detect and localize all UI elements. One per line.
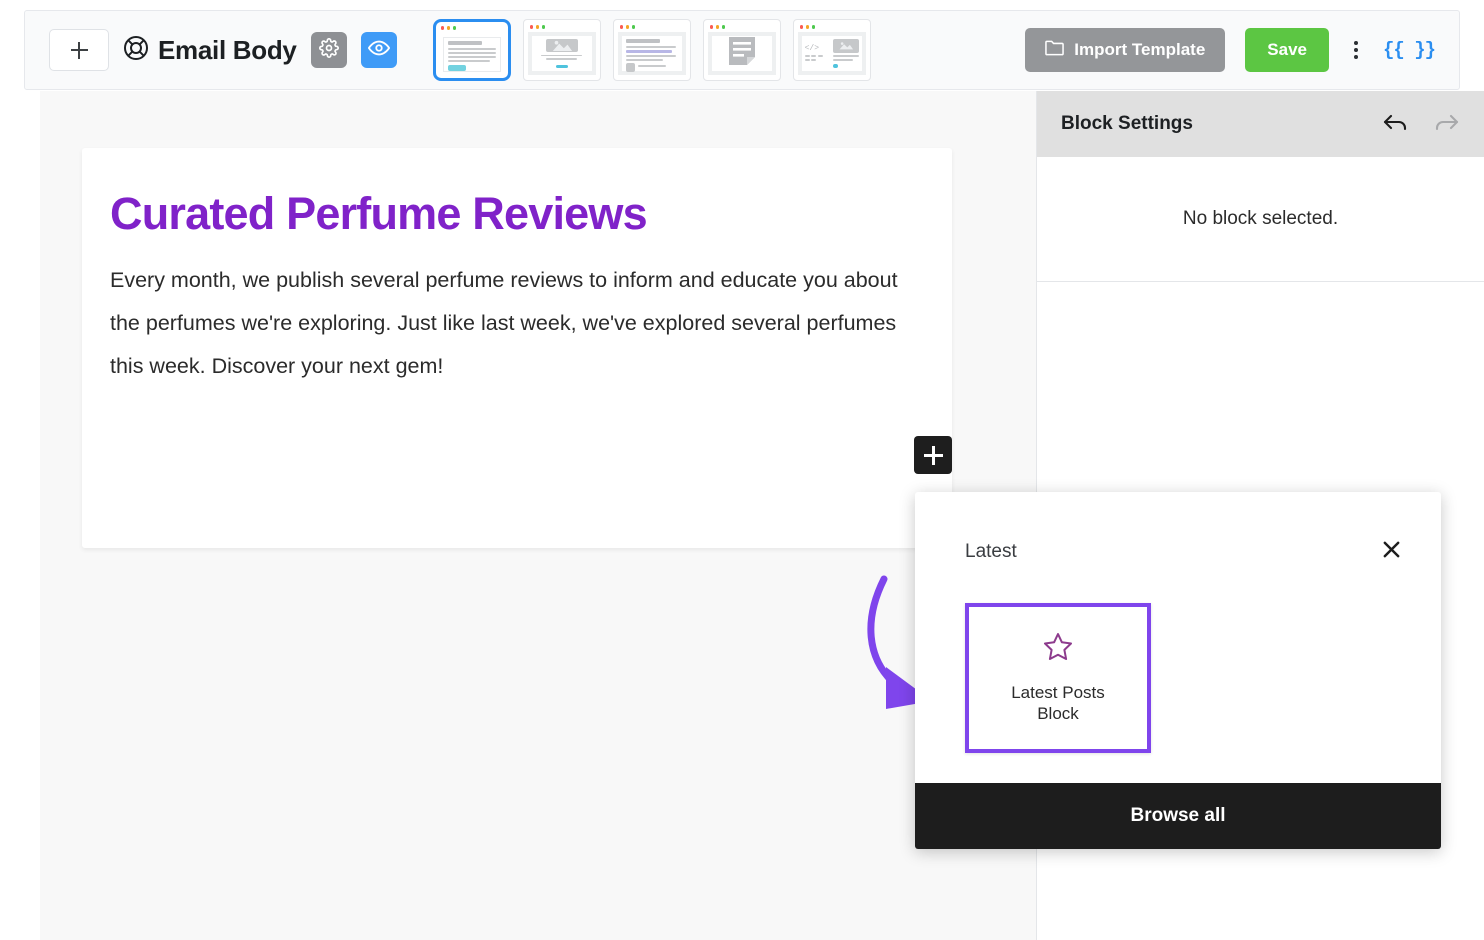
block-item-label: Latest Posts Block — [1011, 683, 1105, 723]
canvas-add-block-button[interactable] — [914, 436, 952, 474]
page-title: Email Body — [158, 34, 297, 65]
email-paragraph[interactable]: Every month, we publish several perfume … — [110, 259, 924, 388]
redo-button[interactable] — [1434, 111, 1460, 138]
plus-icon — [70, 41, 88, 59]
top-toolbar: Email Body </> Import Template Save {{}… — [24, 10, 1460, 90]
save-button[interactable]: Save — [1245, 28, 1329, 72]
panel-title: Block Settings — [1061, 113, 1193, 134]
preview-button[interactable] — [360, 32, 397, 68]
panel-empty-message: No block selected. — [1182, 208, 1339, 229]
window-dots-icon — [708, 23, 776, 32]
brand: Email Body — [123, 35, 297, 66]
settings-button[interactable] — [310, 32, 347, 68]
template-thumbnail-document[interactable] — [702, 19, 781, 81]
window-dots-icon — [798, 23, 866, 32]
panel-header: Block Settings — [1037, 91, 1484, 157]
inserter-category-title: Latest — [965, 541, 1017, 562]
template-thumbnail-code-image[interactable]: </> — [792, 19, 871, 81]
add-block-button[interactable] — [49, 29, 109, 71]
email-body-card[interactable]: Curated Perfume Reviews Every month, we … — [82, 148, 952, 548]
star-outline-icon — [1043, 632, 1073, 666]
template-thumbnail-text[interactable] — [432, 19, 511, 81]
plus-icon — [923, 445, 943, 465]
email-canvas: Curated Perfume Reviews Every month, we … — [40, 91, 1036, 940]
window-dots-icon — [439, 24, 505, 33]
email-heading[interactable]: Curated Perfume Reviews — [110, 190, 924, 238]
panel-header-actions — [1382, 111, 1460, 138]
more-options-button[interactable] — [1343, 41, 1369, 59]
import-template-button[interactable]: Import Template — [1025, 28, 1226, 72]
panel-empty-state: No block selected. — [1037, 157, 1484, 282]
lifebuoy-icon — [123, 35, 149, 66]
browse-all-button[interactable]: Browse all — [915, 783, 1441, 849]
merge-tags-button[interactable]: {{ }} — [1383, 39, 1436, 61]
close-inserter-button[interactable] — [1377, 538, 1405, 566]
toolbar-right-group: Import Template Save {{ }} — [1025, 28, 1459, 72]
window-dots-icon — [528, 23, 596, 32]
window-dots-icon — [618, 23, 686, 32]
redo-arrow-icon — [1434, 111, 1460, 138]
folder-icon — [1045, 40, 1065, 61]
document-icon — [728, 36, 756, 71]
template-thumbnail-article-list[interactable] — [612, 19, 691, 81]
undo-button[interactable] — [1382, 111, 1408, 138]
block-inserter-popup: Latest Latest Posts Block Browse all — [915, 492, 1441, 849]
eye-icon — [367, 37, 390, 64]
import-template-label: Import Template — [1074, 40, 1206, 59]
template-thumbnail-list: </> — [432, 19, 871, 81]
inserter-header: Latest — [915, 492, 1441, 566]
inserter-block-list: Latest Posts Block — [915, 566, 1441, 783]
close-x-icon — [1382, 540, 1401, 564]
gear-icon — [318, 37, 339, 63]
block-item-latest-posts[interactable]: Latest Posts Block — [965, 603, 1151, 753]
undo-arrow-icon — [1382, 111, 1408, 138]
toolbar-left-group: Email Body </> — [25, 19, 871, 81]
browse-all-label: Browse all — [1130, 805, 1226, 826]
template-thumbnail-image-text[interactable] — [522, 19, 601, 81]
email-builder-app: Email Body </> Import Template Save {{}… — [0, 0, 1484, 940]
kebab-menu-icon — [1353, 41, 1358, 45]
